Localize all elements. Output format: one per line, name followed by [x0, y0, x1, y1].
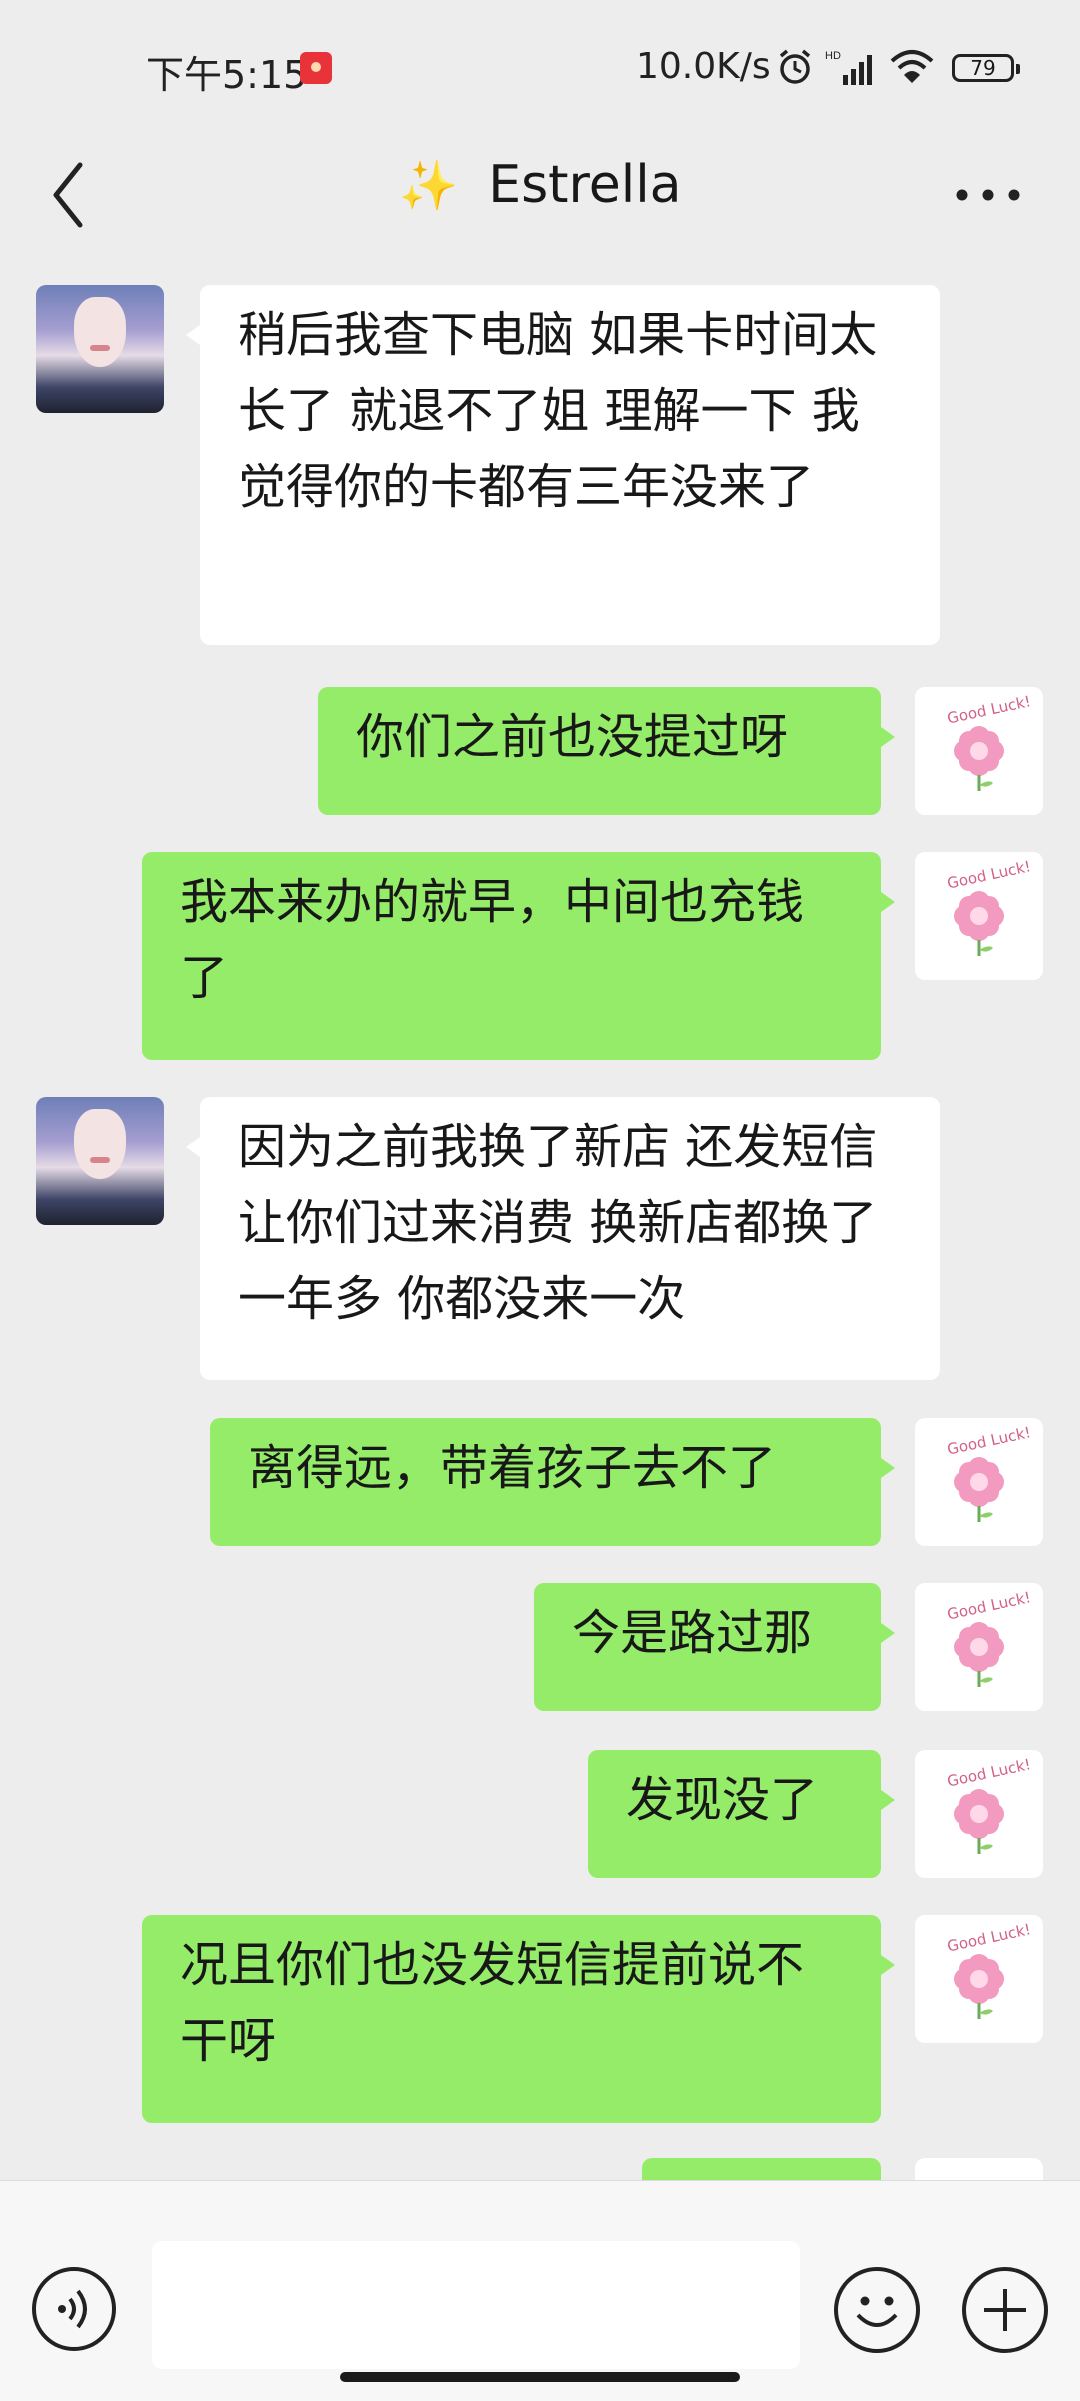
status-time: 下午5:15	[146, 53, 308, 97]
voice-input-button[interactable]	[32, 2267, 116, 2351]
good-luck-flower-icon: Good Luck!	[946, 1423, 1033, 1522]
good-luck-flower-icon: Good Luck!	[946, 857, 1033, 956]
more-options-button[interactable]	[948, 165, 1028, 225]
contact-avatar[interactable]	[36, 1097, 164, 1225]
message-bubble-incoming[interactable]: 稍后我查下电脑 如果卡时间太长了 就退不了姐 理解一下 我觉得你的卡都有三年没来…	[186, 285, 940, 645]
status-icons: HD	[775, 46, 935, 88]
contact-name: Estrella	[488, 155, 682, 215]
svg-text:Good Luck!: Good Luck!	[946, 1755, 1033, 1790]
self-avatar[interactable]: Good Luck!	[915, 852, 1043, 980]
message-bubble-outgoing[interactable]: 今是路过那	[534, 1583, 895, 1711]
message-bubble-outgoing[interactable]: 你们之前也没提过呀	[318, 687, 895, 815]
svg-text:Good Luck!: Good Luck!	[946, 692, 1033, 727]
red-packet-notification-icon	[300, 52, 332, 84]
self-avatar[interactable]: Good Luck!	[915, 1915, 1043, 2043]
good-luck-flower-icon: Good Luck!	[946, 692, 1033, 791]
svg-text:Good Luck!: Good Luck!	[946, 1920, 1033, 1955]
message-bubble-outgoing[interactable]: 发现没了	[588, 1750, 895, 1878]
self-avatar[interactable]: Good Luck!	[915, 687, 1043, 815]
self-avatar[interactable]: Good Luck!	[915, 1750, 1043, 1878]
more-functions-button[interactable]	[962, 2267, 1048, 2353]
voice-icon	[58, 2289, 87, 2329]
good-luck-flower-icon: Good Luck!	[946, 1588, 1033, 1687]
message-bubble-outgoing[interactable]: 我本来办的就早，中间也充钱了	[142, 852, 895, 1060]
good-luck-flower-icon: Good Luck!	[946, 1920, 1033, 2019]
wifi-icon	[890, 50, 934, 83]
svg-text:Good Luck!: Good Luck!	[946, 1423, 1033, 1458]
plus-icon	[984, 2289, 1026, 2331]
input-bar	[0, 2180, 1080, 2401]
message-input[interactable]	[152, 2241, 800, 2369]
self-avatar[interactable]	[915, 2158, 1043, 2180]
svg-text:HD: HD	[825, 50, 841, 62]
message-bubble-outgoing[interactable]: 离得远，带着孩子去不了	[210, 1418, 895, 1546]
battery-indicator: 79	[952, 54, 1020, 82]
sparkle-icon: ✨	[398, 158, 459, 214]
emoji-button[interactable]	[834, 2267, 920, 2353]
good-luck-flower-icon: Good Luck!	[946, 1755, 1033, 1854]
network-speed: 10.0K/s	[636, 46, 771, 87]
chat-header: ✨ Estrella	[0, 135, 1080, 255]
message-list[interactable]: 稍后我查下电脑 如果卡时间太长了 就退不了姐 理解一下 我觉得你的卡都有三年没来…	[0, 255, 1080, 2180]
svg-text:Good Luck!: Good Luck!	[946, 857, 1033, 892]
chat-title: ✨ Estrella	[0, 155, 1080, 215]
more-dots-icon	[956, 189, 1020, 201]
home-indicator[interactable]	[340, 2372, 740, 2382]
smiley-icon	[856, 2296, 898, 2327]
signal-icon: HD	[825, 50, 872, 85]
svg-text:Good Luck!: Good Luck!	[946, 1588, 1033, 1623]
message-bubble-outgoing[interactable]: 况且你们也没发短信提前说不干呀	[142, 1915, 895, 2123]
message-bubble-outgoing[interactable]	[642, 2158, 881, 2180]
contact-avatar[interactable]	[36, 285, 164, 413]
self-avatar[interactable]: Good Luck!	[915, 1418, 1043, 1546]
self-avatar[interactable]: Good Luck!	[915, 1583, 1043, 1711]
alarm-icon	[779, 49, 811, 84]
status-bar: 下午5:15 10.0K/s HD 79	[0, 0, 1080, 135]
message-bubble-incoming[interactable]: 因为之前我换了新店 还发短信让你们过来消费 换新店都换了一年多 你都没来一次	[186, 1097, 940, 1380]
